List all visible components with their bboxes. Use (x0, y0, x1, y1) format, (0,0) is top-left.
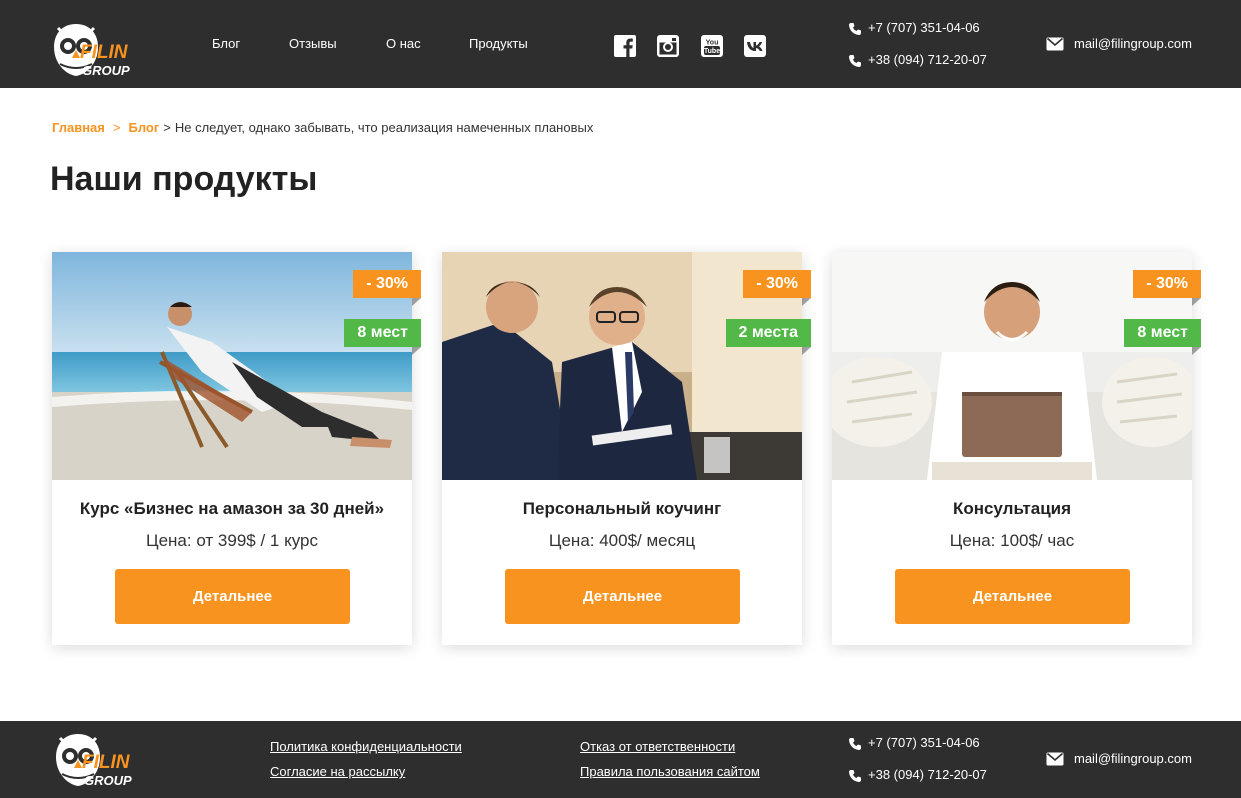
footer-link-disclaimer[interactable]: Отказ от ответственности (580, 739, 735, 754)
product-price: Цена: 100$/ час (949, 531, 1075, 550)
logo-word-filin: FILIN (82, 752, 130, 773)
product-card: - 30% 8 мест Курс «Бизнес на амазон за 3… (52, 252, 421, 645)
vk-icon[interactable] (744, 35, 766, 57)
breadcrumb-blog[interactable]: Блог (128, 120, 159, 135)
product-price: Цена: 400$/ месяц (548, 531, 696, 550)
product-card: - 30% 2 места Персональный коучинг Цена:… (442, 252, 811, 645)
footer-link-privacy[interactable]: Политика конфиденциальности (270, 739, 462, 754)
logo[interactable]: FILIN GROUP (50, 20, 144, 82)
breadcrumb-separator: > (112, 120, 121, 135)
product-title: Курс «Бизнес на амазон за 30 дней» (79, 499, 385, 518)
nav-blog[interactable]: Блог (212, 36, 240, 51)
breadcrumb-separator: > (163, 120, 171, 135)
seats-badge: 2 места (725, 319, 811, 355)
mail-icon (1046, 752, 1064, 766)
product-price: Цена: от 399$ / 1 курс (146, 531, 318, 550)
site-header: FILIN GROUP Блог Отзывы О нас Продукты Y… (0, 0, 1241, 88)
mail-icon (1046, 37, 1064, 51)
phone-icon (849, 770, 861, 782)
details-button[interactable]: Детальнее (895, 569, 1130, 624)
discount-badge: - 30% (743, 270, 811, 306)
details-button[interactable]: Детальнее (115, 569, 350, 624)
instagram-icon[interactable] (657, 35, 679, 57)
breadcrumb: Главная > Блог > Не следует, однако забывать… (52, 120, 593, 135)
logo-word-group: GROUP (84, 773, 132, 788)
discount-badge: - 30% (353, 270, 421, 306)
logo[interactable]: FILIN GROUP (52, 730, 146, 792)
footer-link-terms[interactable]: Правила пользования сайтом (580, 764, 760, 779)
nav-about[interactable]: О нас (386, 36, 421, 51)
youtube-icon[interactable]: You Tube (701, 35, 723, 57)
facebook-icon[interactable] (614, 35, 636, 57)
product-card: - 30% 8 мест Консультация Цена: 100$/ ча… (832, 252, 1201, 645)
nav-products[interactable]: Продукты (469, 36, 528, 51)
site-footer: FILIN GROUP Политика конфиденциальности … (0, 721, 1241, 798)
svg-text:Tube: Tube (704, 48, 720, 55)
logo-word-group: GROUP (82, 63, 130, 78)
nav-reviews[interactable]: Отзывы (289, 36, 337, 51)
svg-text:You: You (706, 40, 719, 47)
seats-badge: 8 мест (344, 319, 421, 355)
phone-icon (849, 738, 861, 750)
footer-link-subscribe[interactable]: Согласие на рассылку (270, 764, 405, 779)
product-title: Консультация (952, 499, 1072, 518)
logo-word-filin: FILIN (80, 42, 128, 63)
discount-badge: - 30% (1133, 270, 1201, 306)
details-button[interactable]: Детальнее (505, 569, 740, 624)
seats-badge: 8 мест (1124, 319, 1201, 355)
page-title: Наши продукты (50, 160, 318, 198)
phone-icon (849, 55, 861, 67)
phone-icon (849, 23, 861, 35)
breadcrumb-home[interactable]: Главная (52, 120, 105, 135)
product-title: Персональный коучинг (522, 499, 722, 518)
breadcrumb-current: Не следует, однако забывать, что реализа… (174, 120, 594, 135)
